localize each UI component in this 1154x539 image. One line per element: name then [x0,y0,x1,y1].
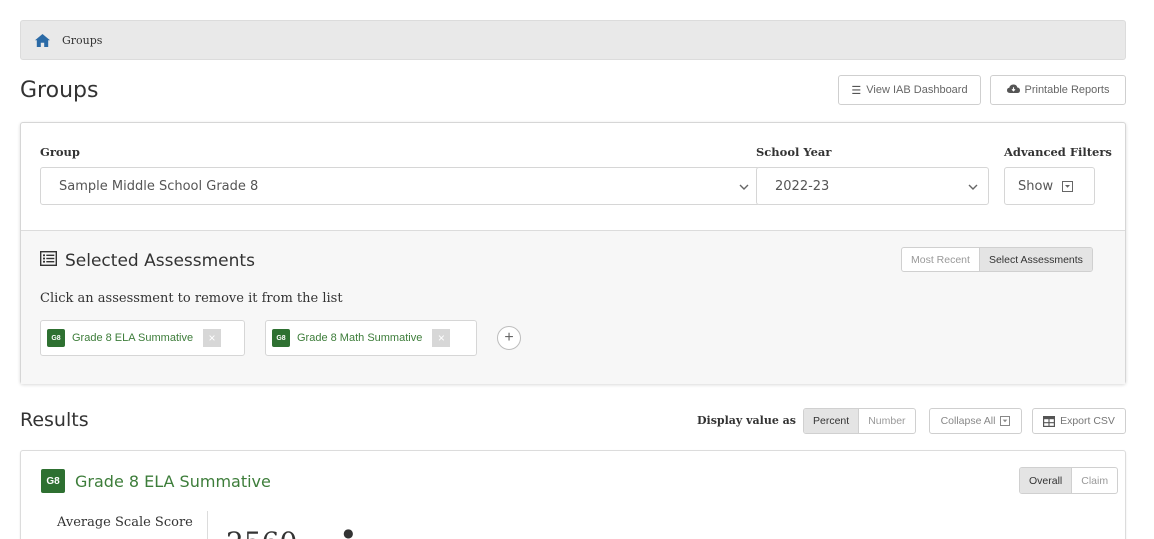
filters-panel: Group Sample Middle School Grade 8 Schoo… [20,122,1126,384]
selected-assessments-label: Selected Assessments [65,251,255,271]
page-title: Groups [20,78,99,103]
view-iab-label: View IAB Dashboard [866,84,968,96]
assessment-chip-ela[interactable]: G8 Grade 8 ELA Summative × [40,320,245,356]
select-assessments-option[interactable]: Select Assessments [978,248,1092,271]
result-title-label: Grade 8 ELA Summative [75,471,271,491]
advanced-filters-label: Advanced Filters [1004,145,1112,159]
expand-icon [1062,180,1074,192]
home-icon[interactable] [35,33,50,47]
filters-row: Group Sample Middle School Grade 8 Schoo… [21,123,1125,231]
group-select[interactable]: Sample Middle School Grade 8 [40,167,760,205]
grade-badge: G8 [41,469,65,493]
overall-claim-toggle: Overall Claim [1019,467,1119,494]
chevron-down-icon [739,180,749,195]
assessment-mode-toggle: Most Recent Select Assessments [901,247,1093,272]
cloud-download-icon [1006,84,1020,97]
display-value-label: Display value as [697,414,796,427]
percent-option[interactable]: Percent [804,409,860,433]
most-recent-option[interactable]: Most Recent [902,248,979,271]
result-title: G8 Grade 8 ELA Summative [41,469,271,493]
collapse-all-button[interactable]: Collapse All [929,408,1022,434]
school-year-label: School Year [756,145,832,159]
selected-assessments-title: Selected Assessments [39,250,255,271]
overall-option[interactable]: Overall [1020,468,1073,493]
group-label: Group [40,145,80,159]
assessment-chip-math[interactable]: G8 Grade 8 Math Summative × [265,320,477,356]
remove-icon[interactable]: × [432,329,451,347]
school-year-select[interactable]: 2022-23 [756,167,989,205]
breadcrumb-current: Groups [62,33,103,47]
collapse-icon [1000,416,1011,426]
printable-reports-label: Printable Reports [1024,84,1110,96]
results-title: Results [20,409,89,431]
assessment-chip-label: Grade 8 ELA Summative [72,332,194,344]
printable-reports-button[interactable]: Printable Reports [990,75,1126,105]
advanced-filters-show-button[interactable]: Show [1004,167,1095,205]
score-value: 2560 [226,526,297,539]
collapse-all-label: Collapse All [940,415,996,427]
group-select-value: Sample Middle School Grade 8 [59,178,259,194]
display-value-toggle: Percent Number [803,408,916,434]
export-csv-label: Export CSV [1060,415,1115,427]
view-iab-dashboard-button[interactable]: ☰ View IAB Dashboard [838,75,981,105]
breadcrumb: Groups [20,20,1126,60]
chevron-down-icon [968,180,978,195]
result-card-ela: G8 Grade 8 ELA Summative Overall Claim A… [20,450,1126,539]
school-year-value: 2022-23 [775,178,830,194]
info-icon[interactable]: ● [343,526,353,539]
divider [207,511,208,539]
assessment-instruction: Click an assessment to remove it from th… [40,291,343,306]
table-icon [1043,415,1056,427]
list-icon: ☰ [851,84,862,97]
average-scale-score-label: Average Scale Score [57,515,193,530]
average-scale-score: 2560±25● [226,526,354,539]
advanced-filters-value: Show [1018,178,1054,194]
add-assessment-button[interactable]: + [497,326,521,350]
grade-badge: G8 [47,329,65,347]
export-csv-button[interactable]: Export CSV [1032,408,1126,434]
remove-icon[interactable]: × [203,329,222,347]
number-option[interactable]: Number [859,409,914,433]
selected-assessments-section: Selected Assessments Most Recent Select … [21,231,1125,384]
assessment-chip-label: Grade 8 Math Summative [297,332,423,344]
grade-badge: G8 [272,329,290,347]
list-alt-icon [39,250,58,271]
claim-option[interactable]: Claim [1072,468,1117,493]
